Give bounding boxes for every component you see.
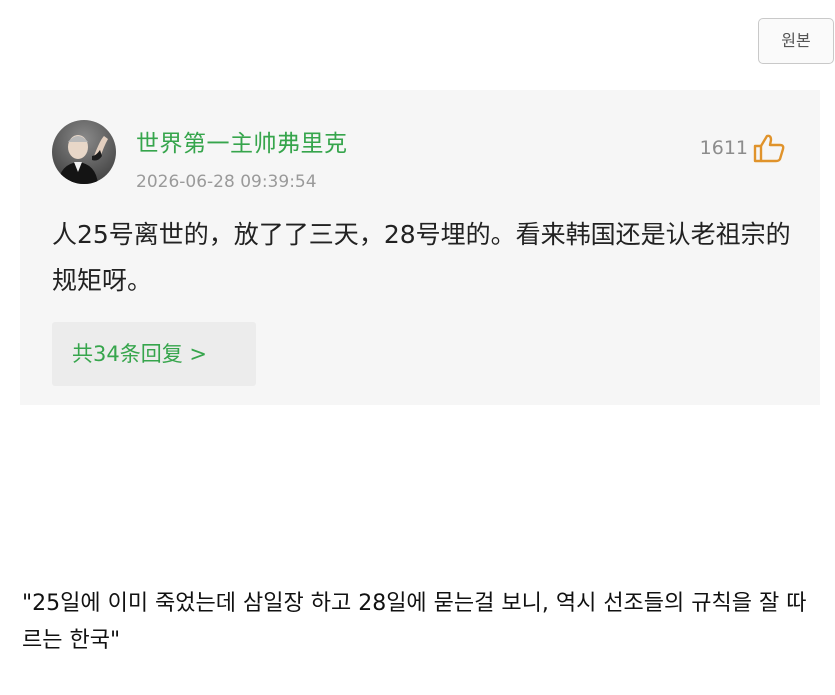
avatar-image (52, 120, 116, 184)
comment-card: 世界第一主帅弗里克 2026-06-28 09:39:54 1611 人25号离… (20, 90, 820, 405)
view-replies-button[interactable]: 共34条回复 > (52, 322, 256, 386)
avatar[interactable] (52, 120, 116, 184)
username[interactable]: 世界第一主帅弗里克 (136, 124, 348, 158)
thumbs-up-icon (753, 134, 785, 163)
comment-timestamp: 2026-06-28 09:39:54 (136, 172, 317, 192)
comment-text: 人25号离世的，放了了三天，28号埋的。看来韩国还是认老祖宗的规矩呀。 (52, 220, 791, 295)
page: 원본 世界第一主帅弗里克 2026-06-28 09:39:54 1611 人2… (0, 0, 835, 695)
like-button[interactable]: 1611 (700, 132, 786, 164)
like-count: 1611 (699, 137, 748, 159)
original-button[interactable]: 원본 (758, 18, 834, 64)
korean-translation: "25일에 이미 죽었는데 삼일장 하고 28일에 묻는걸 보니, 역시 선조들… (22, 591, 807, 653)
